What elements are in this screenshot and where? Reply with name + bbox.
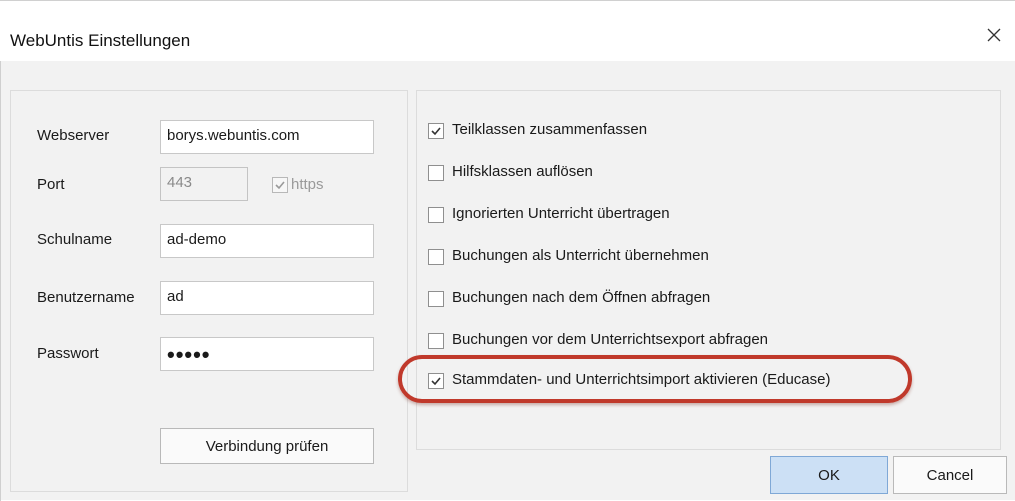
verify-connection-button[interactable]: Verbindung prüfen [160,428,374,464]
benutzername-label: Benutzername [37,289,135,306]
checkmark-icon [431,127,441,136]
options-panel [416,90,1001,450]
https-checkbox[interactable] [272,177,288,193]
passwort-label: Passwort [37,345,99,362]
cancel-button[interactable]: Cancel [893,456,1007,494]
option-checkbox[interactable] [428,165,444,181]
option-checkbox[interactable] [428,207,444,223]
checkmark-icon [275,181,285,190]
option-label: Buchungen als Unterricht übernehmen [452,247,709,264]
title-bar: WebUntis Einstellungen [0,1,1015,61]
option-label: Ignorierten Unterricht übertragen [452,205,670,222]
window-edge [0,61,1,501]
close-icon [987,28,1001,42]
option-label: Buchungen nach dem Öffnen abfragen [452,289,711,306]
checkmark-icon [431,377,441,386]
benutzername-input[interactable]: ad [160,281,374,315]
option-checkbox[interactable] [428,333,444,349]
option-checkbox[interactable] [428,291,444,307]
dialog-title: WebUntis Einstellungen [10,31,191,50]
port-label: Port [37,176,65,193]
option-checkbox[interactable] [428,373,444,389]
schulname-input[interactable]: ad-demo [160,224,374,258]
option-checkbox[interactable] [428,123,444,139]
option-label: Hilfsklassen auflösen [452,163,593,180]
ok-button[interactable]: OK [770,456,888,494]
https-label: https [291,176,324,193]
schulname-label: Schulname [37,231,113,248]
option-checkbox[interactable] [428,249,444,265]
option-label: Buchungen vor dem Unterrichtsexport abfr… [452,331,769,348]
settings-dialog: WebUntis Einstellungen Webserver borys.w… [0,0,1015,501]
option-label: Stammdaten- und Unterrichtsimport aktivi… [452,371,831,388]
port-input[interactable]: 443 [160,167,248,201]
password-field[interactable]: ••••• [160,337,374,371]
close-button[interactable] [978,21,1010,49]
webserver-input[interactable]: borys.webuntis.com [160,120,374,154]
option-label: Teilklassen zusammenfassen [452,121,648,138]
webserver-label: Webserver [37,127,110,144]
